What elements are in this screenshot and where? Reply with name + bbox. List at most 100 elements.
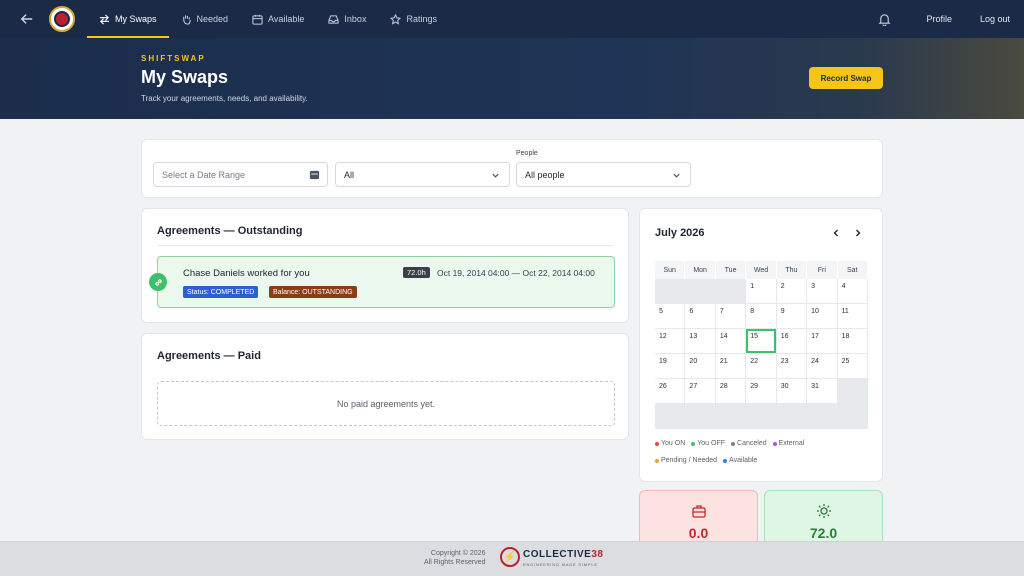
- calendar-day[interactable]: 30: [776, 379, 808, 404]
- legend-label: You ON: [661, 440, 686, 447]
- calendar-day[interactable]: 8: [746, 304, 777, 329]
- legend-item: Canceled: [731, 440, 767, 447]
- calendar-day[interactable]: 28: [715, 379, 747, 404]
- agreement-item[interactable]: Chase Daniels worked for you 72.0h Oct 1…: [149, 256, 615, 308]
- legend-dot: [655, 458, 659, 463]
- calendar-day[interactable]: 5: [655, 304, 686, 329]
- calendar-card: July 2026 Sun Mon Tue Wed Thu Fri Sat 12345678…: [639, 208, 883, 482]
- legend-dot: [723, 458, 728, 463]
- weekday-label: Wed: [746, 261, 777, 279]
- paid-title: Agreements — Paid: [157, 350, 261, 362]
- chevron-left-icon[interactable]: [830, 227, 842, 239]
- calendar-day-empty: [655, 404, 686, 429]
- logout-link[interactable]: Log out: [966, 14, 1024, 24]
- calendar-day[interactable]: 20: [685, 354, 716, 379]
- calendar-day[interactable]: 6: [685, 304, 716, 329]
- briefcase-icon: [692, 505, 706, 518]
- page-subtitle: Track your agreements, needs, and availa…: [141, 94, 308, 103]
- nav-links: My Swaps Needed Available Inbox Ratings: [87, 0, 449, 38]
- outstanding-title: Agreements — Outstanding: [157, 225, 303, 237]
- calendar-icon[interactable]: [309, 169, 320, 180]
- calendar-day[interactable]: 16: [776, 329, 808, 354]
- weekday-label: Mon: [685, 261, 716, 279]
- calendar-day[interactable]: 13: [685, 329, 716, 354]
- calendar-day[interactable]: 21: [715, 354, 747, 379]
- profile-link[interactable]: Profile: [912, 14, 966, 24]
- status-select-value: All: [344, 169, 355, 180]
- calendar-day[interactable]: 27: [685, 379, 716, 404]
- calendar-day[interactable]: 17: [807, 329, 838, 354]
- calendar-day[interactable]: 4: [837, 279, 868, 304]
- calendar-day-today[interactable]: 15: [746, 329, 777, 354]
- calendar-day-empty: [685, 279, 716, 304]
- top-nav: My Swaps Needed Available Inbox Ratings …: [0, 0, 1024, 38]
- swap-icon: [99, 14, 110, 24]
- calendar-day-empty: [685, 404, 716, 429]
- calendar-day[interactable]: 22: [746, 354, 777, 379]
- legend-item: You OFF: [691, 440, 725, 447]
- star-icon: [390, 13, 402, 25]
- legend-dot: [691, 441, 696, 446]
- calendar-day[interactable]: 25: [837, 354, 868, 379]
- status-select[interactable]: All: [335, 162, 510, 187]
- nav-available-label: Available: [268, 14, 305, 24]
- nav-right: Profile Log out: [878, 0, 1024, 38]
- legend-item: Available: [723, 457, 757, 464]
- calendar-day-empty: [655, 279, 686, 304]
- weekday-label: Thu: [776, 261, 808, 279]
- calendar-day[interactable]: 12: [655, 329, 686, 354]
- calendar-day[interactable]: 23: [776, 354, 808, 379]
- record-swap-button[interactable]: Record Swap: [809, 67, 883, 89]
- people-select-value: All people: [525, 169, 565, 180]
- legend-item: You ON: [655, 440, 685, 447]
- calendar-day[interactable]: 3: [807, 279, 838, 304]
- legend-label: Canceled: [737, 440, 767, 447]
- calendar-day[interactable]: 18: [837, 329, 868, 354]
- org-logo[interactable]: [49, 6, 75, 32]
- page-eyebrow: SHIFTSWAP: [141, 54, 206, 63]
- legend-label: Pending / Needed: [661, 457, 718, 464]
- calendar-day[interactable]: 26: [655, 379, 686, 404]
- calendar-day[interactable]: 1: [746, 279, 777, 304]
- back-arrow-icon[interactable]: [19, 11, 35, 27]
- calendar-day[interactable]: 31: [807, 379, 838, 404]
- calendar-legend: Pending / Needed Available: [655, 457, 757, 464]
- calendar-day[interactable]: 11: [837, 304, 868, 329]
- page-title: My Swaps: [141, 67, 229, 87]
- calendar-day-empty: [746, 404, 777, 429]
- nav-available[interactable]: Available: [240, 0, 316, 38]
- calendar-day-empty: [807, 404, 838, 429]
- nav-needed[interactable]: Needed: [169, 0, 241, 38]
- outstanding-agreements-card: Agreements — Outstanding Chase Daniels w…: [141, 208, 629, 323]
- legend-label: External: [778, 440, 805, 447]
- calendar-day[interactable]: 10: [807, 304, 838, 329]
- chevron-right-icon[interactable]: [852, 227, 864, 239]
- calendar-grid: Sun Mon Tue Wed Thu Fri Sat 1 2 3 4 5 6 7 8 9 10 11 12 13 1…: [655, 261, 868, 429]
- calendar-day[interactable]: 19: [655, 354, 686, 379]
- legend-label: Available: [729, 457, 758, 464]
- legend-dot: [655, 441, 659, 446]
- footer-brand-name: COLLECTIVE: [523, 549, 592, 560]
- calendar-day[interactable]: 7: [715, 304, 747, 329]
- nav-inbox[interactable]: Inbox: [316, 0, 378, 38]
- date-range-placeholder: Select a Date Range: [162, 169, 246, 180]
- empty-state: No paid agreements yet.: [157, 381, 615, 426]
- divider: [157, 245, 613, 246]
- calendar-day[interactable]: 24: [807, 354, 838, 379]
- calendar-day[interactable]: 14: [715, 329, 747, 354]
- calendar-day[interactable]: 2: [776, 279, 808, 304]
- calendar-icon: [252, 14, 263, 25]
- footer-brand[interactable]: COLLECTIVE38: [523, 549, 603, 560]
- calendar-day[interactable]: 29: [746, 379, 777, 404]
- copyright-line: Copyright © 2026: [430, 550, 486, 557]
- bell-icon[interactable]: [878, 12, 892, 26]
- weekday-label: Sun: [655, 261, 686, 279]
- nav-my-swaps[interactable]: My Swaps: [87, 0, 169, 38]
- date-range-input[interactable]: Select a Date Range: [153, 162, 328, 187]
- weekday-label: Tue: [715, 261, 747, 279]
- people-select[interactable]: All people: [516, 162, 691, 187]
- copyright: Copyright © 2026 All Rights Reserved: [424, 549, 485, 567]
- nav-ratings[interactable]: Ratings: [378, 0, 449, 38]
- footer-brand-number: 38: [591, 549, 604, 560]
- calendar-day[interactable]: 9: [776, 304, 808, 329]
